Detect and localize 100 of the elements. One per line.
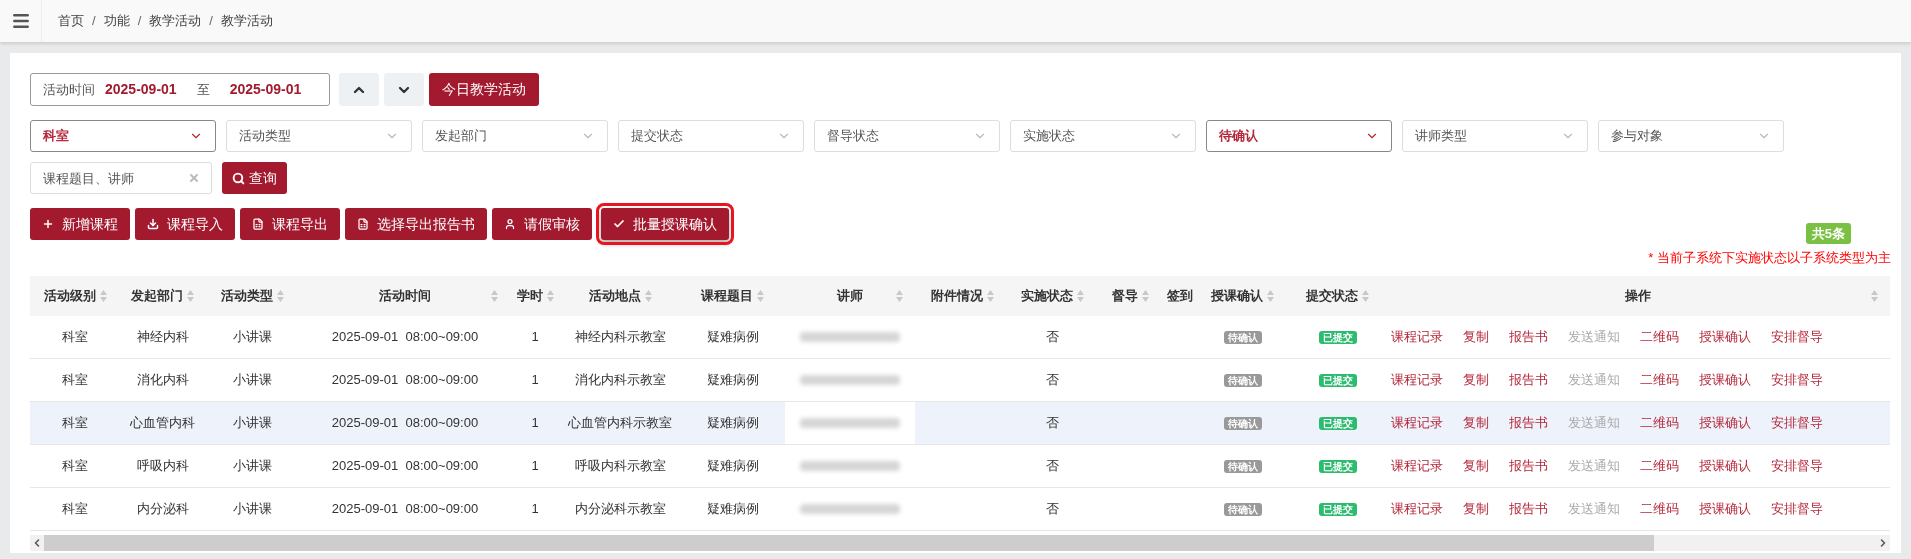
action-link[interactable]: 授课确认 [1699,413,1751,433]
previous-day-button[interactable] [339,73,379,106]
toolbar-button[interactable]: 新增课程 [30,208,130,240]
status-badge: 已提交 [1318,417,1357,431]
action-link[interactable]: 复制 [1463,499,1489,519]
status-badge: 待确认 [1223,417,1262,431]
action-link[interactable]: 课程记录 [1391,413,1443,433]
action-link[interactable]: 授课确认 [1699,499,1751,519]
action-link[interactable]: 授课确认 [1699,456,1751,476]
status-badge: 已提交 [1318,331,1357,344]
action-link[interactable]: 授课确认 [1699,327,1751,347]
sort-icon[interactable] [546,289,554,302]
breadcrumb-item[interactable]: 教学活动 [220,11,273,31]
sort-icon[interactable] [987,289,994,302]
action-link[interactable]: 二维码 [1640,456,1679,476]
note-text: * 当前子系统下实施状态以子系统类型为主 [1648,249,1891,267]
action-link[interactable]: 授课确认 [1699,370,1751,390]
action-link[interactable]: 报告书 [1509,413,1548,433]
search-icon [232,171,245,185]
filter-select[interactable]: 活动类型 [226,120,412,152]
sort-icon[interactable] [277,289,284,302]
action-link[interactable]: 安排督导 [1771,456,1823,476]
breadcrumb-item[interactable]: 教学活动 [149,11,202,31]
action-link[interactable]: 安排督导 [1771,499,1823,519]
action-link[interactable]: 复制 [1463,370,1489,390]
filter-select[interactable]: 发起部门 [422,120,608,152]
table-cell: 内分泌科示教室 [574,501,666,517]
action-link[interactable]: 课程记录 [1391,456,1443,476]
column-header: 提交状态 [1306,286,1358,305]
end-date[interactable]: 2025-09-01 [229,79,302,100]
filter-select[interactable]: 督导状态 [814,120,1000,152]
horizontal-scrollbar[interactable] [30,535,1890,551]
table-cell: 神经内科示教室 [574,329,666,344]
action-link[interactable]: 安排督导 [1771,413,1823,433]
action-link[interactable]: 安排督导 [1771,327,1823,347]
table-cell: 否 [1046,372,1059,388]
filter-select[interactable]: 实施状态 [1010,120,1196,152]
action-link[interactable]: 二维码 [1640,327,1679,347]
toolbar-button[interactable]: 课程导出 [240,208,340,240]
sort-icon[interactable] [1362,289,1369,302]
status-badge: 已提交 [1318,374,1357,388]
check-icon [613,218,625,230]
filter-select[interactable]: 提交状态 [618,120,804,152]
action-link[interactable]: 报告书 [1509,370,1548,390]
sort-icon[interactable] [757,289,764,302]
clear-icon[interactable] [188,172,200,184]
next-day-button[interactable] [384,73,424,106]
today-button[interactable]: 今日教学活动 [429,73,539,106]
action-link[interactable]: 复制 [1463,456,1489,476]
action-link[interactable]: 课程记录 [1391,327,1443,347]
sort-icon[interactable] [99,289,107,302]
action-link[interactable]: 课程记录 [1391,499,1443,519]
sort-icon[interactable] [1141,289,1149,302]
action-link[interactable]: 复制 [1463,327,1489,347]
action-link[interactable]: 安排督导 [1771,370,1823,390]
breadcrumb-item[interactable]: 功能 [103,11,130,31]
column-header: 附件情况 [931,286,983,305]
status-badge: 待确认 [1223,374,1262,388]
breadcrumb-item[interactable]: 首页 [58,11,84,31]
action-link[interactable]: 报告书 [1509,456,1548,476]
sort-icon[interactable] [1871,289,1878,302]
action-link[interactable]: 二维码 [1640,413,1679,433]
sort-icon[interactable] [491,289,498,302]
table-cell: 科室 [62,329,88,344]
menu-icon[interactable] [10,11,31,31]
filter-select[interactable]: 讲师类型 [1402,120,1588,152]
table-cell: 1 [531,329,539,344]
sort-icon[interactable] [187,289,194,302]
sort-icon[interactable] [896,289,903,302]
column-header: 活动时间 [379,286,431,305]
search-field[interactable]: 课程题目、讲师 [30,162,212,194]
status-badge: 待确认 [1223,331,1262,344]
table-cell: 1 [531,501,539,517]
action-link[interactable]: 课程记录 [1391,370,1443,390]
action-link[interactable]: 复制 [1463,413,1489,433]
table-cell: 2025-09-01 08:00~09:00 [331,415,479,431]
sort-icon[interactable] [1077,289,1084,302]
toolbar-button[interactable]: 课程导入 [135,208,235,240]
sort-icon[interactable] [644,289,652,302]
table-cell: 疑难病例 [706,329,759,344]
table-cell: 呼吸内科示教室 [574,458,666,474]
table-cell: 内分泌科 [136,501,189,517]
column-header: 活动地点 [588,286,641,305]
search-button[interactable]: 查询 [222,162,287,194]
action-link[interactable]: 报告书 [1509,327,1548,347]
start-date[interactable]: 2025-09-01 [105,79,177,100]
table-cell: 小讲课 [233,501,272,517]
filter-select[interactable]: 待确认 [1206,120,1392,152]
sort-icon[interactable] [1267,289,1274,302]
toolbar-button[interactable]: 选择导出报告书 [345,208,487,240]
filter-select[interactable]: 参与对象 [1598,120,1784,152]
filter-select[interactable]: 科室 [30,120,216,152]
action-link[interactable]: 二维码 [1640,499,1679,519]
action-link[interactable]: 二维码 [1640,370,1679,390]
status-badge: 已提交 [1318,460,1357,474]
table-cell: 小讲课 [233,415,272,431]
toolbar-button[interactable]: 请假审核 [492,208,592,240]
action-link[interactable]: 报告书 [1509,499,1548,519]
status-badge: 已提交 [1318,503,1357,517]
date-range-field[interactable]: 活动时间 2025-09-01 至 2025-09-01 [30,73,330,106]
